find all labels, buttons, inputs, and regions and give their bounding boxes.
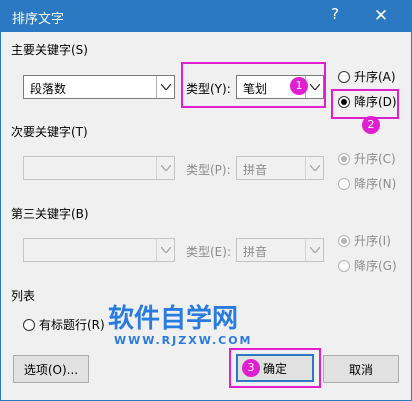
primary-key-select[interactable]: 段落数: [23, 75, 175, 99]
chevron-down-icon: [156, 76, 174, 98]
tertiary-descending-label: 降序(G): [354, 259, 397, 273]
secondary-ascending-radio[interactable]: 升序(C): [338, 150, 396, 167]
list-heading: 列表: [11, 289, 36, 303]
radio-unchecked-icon: [338, 177, 350, 190]
secondary-ascending-label: 升序(C): [354, 152, 396, 166]
secondary-key-select[interactable]: [23, 156, 175, 180]
secondary-type-value: 拼音: [243, 163, 268, 177]
primary-key-heading: 主要关键字(S): [11, 43, 88, 57]
descending-highlight-box: [331, 89, 399, 119]
chevron-down-icon: [305, 239, 323, 261]
radio-unchecked-icon: [23, 318, 35, 331]
step-badge-2: 2: [362, 116, 380, 134]
chevron-down-icon: [156, 157, 174, 179]
step-badge-1: 1: [290, 77, 308, 95]
step-badge-3: 3: [242, 359, 260, 377]
radio-checked-icon: [338, 152, 350, 165]
primary-ascending-label: 升序(A): [354, 70, 396, 84]
tertiary-type-label: 类型(E):: [186, 245, 231, 259]
header-row-radio[interactable]: 有标题行(R): [23, 316, 105, 333]
secondary-key-heading: 次要关键字(T): [11, 125, 88, 139]
tertiary-descending-radio[interactable]: 降序(G): [338, 257, 397, 274]
tertiary-ascending-radio[interactable]: 升序(I): [338, 232, 391, 249]
secondary-type-label: 类型(P):: [186, 163, 231, 177]
window-title: 排序文字: [12, 12, 65, 27]
primary-ascending-radio[interactable]: 升序(A): [338, 68, 396, 85]
radio-unchecked-icon: [338, 259, 350, 272]
secondary-descending-label: 降序(N): [354, 177, 397, 191]
radio-unchecked-icon: [338, 70, 350, 83]
ok-label: 确定: [262, 361, 287, 376]
primary-key-value: 段落数: [30, 82, 67, 96]
tertiary-key-select[interactable]: [23, 238, 175, 262]
cancel-button[interactable]: 取消: [323, 355, 399, 383]
close-button[interactable]: ✕: [366, 4, 396, 28]
watermark-title: 软件自学网: [108, 304, 239, 334]
chevron-down-icon: [305, 157, 323, 179]
radio-checked-icon: [338, 234, 350, 247]
secondary-descending-radio[interactable]: 降序(N): [338, 175, 396, 192]
tertiary-type-value: 拼音: [243, 245, 268, 259]
secondary-type-select[interactable]: 拼音: [236, 156, 324, 180]
help-button[interactable]: ?: [331, 5, 339, 23]
tertiary-ascending-label: 升序(I): [354, 234, 391, 248]
header-row-label: 有标题行(R): [39, 318, 105, 332]
tertiary-type-select[interactable]: 拼音: [236, 238, 324, 262]
options-button[interactable]: 选项(O)...: [13, 355, 89, 383]
title-bar: 排序文字 ? ✕: [0, 0, 412, 32]
watermark-url: WWW.RJZXW.COM: [114, 334, 253, 347]
chevron-down-icon: [156, 239, 174, 261]
tertiary-key-heading: 第三关键字(B): [11, 207, 89, 221]
dialog-body: 主要关键字(S) 段落数 类型(Y): 笔划 升序(A) 降序(D) 1 2 次…: [0, 32, 412, 401]
